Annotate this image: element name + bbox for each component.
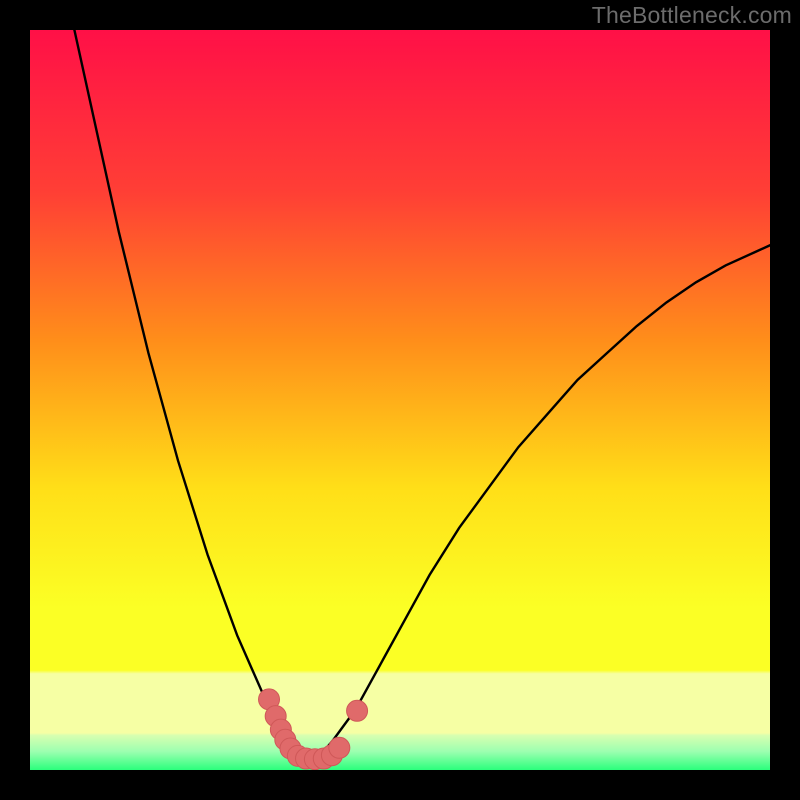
watermark-text: TheBottleneck.com — [592, 2, 792, 29]
curve-marker — [329, 737, 350, 758]
plot-svg — [30, 30, 770, 770]
curve-marker — [347, 700, 368, 721]
gradient-background — [30, 30, 770, 770]
chart-frame: TheBottleneck.com — [0, 0, 800, 800]
plot-area — [30, 30, 770, 770]
